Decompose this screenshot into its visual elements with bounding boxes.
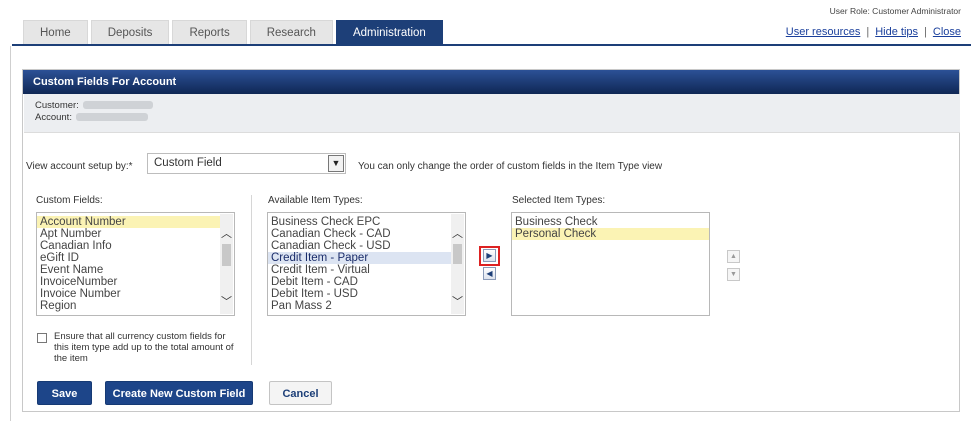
custom-fields-label: Custom Fields: (36, 195, 103, 206)
customer-value-redacted (82, 101, 153, 110)
list-item[interactable]: Invoice Number (37, 288, 222, 300)
customer-row: Customer: (35, 100, 153, 111)
scroll-thumb[interactable] (453, 244, 462, 264)
view-setup-select[interactable]: Custom Field ▼ (147, 153, 346, 174)
cancel-button[interactable]: Cancel (269, 381, 332, 405)
chevron-down-icon[interactable]: ﹀ (451, 296, 464, 309)
chevron-up-icon[interactable]: ︿ (451, 228, 464, 241)
selected-item-types-list[interactable]: Business Check Personal Check (511, 212, 710, 316)
tab-administration[interactable]: Administration (335, 20, 443, 45)
account-row: Account: (35, 112, 148, 123)
scroll-thumb[interactable] (222, 244, 231, 266)
currency-checkbox-label: Ensure that all currency custom fields f… (54, 331, 234, 364)
list-item[interactable]: Personal Check (512, 228, 709, 240)
list-item[interactable]: Canadian Check - CAD (268, 228, 453, 240)
customer-label: Customer: (35, 100, 79, 111)
selected-item-types-label: Selected Item Types: (512, 195, 606, 206)
list-item[interactable]: eGift ID (37, 252, 222, 264)
header-links: User resources | Hide tips | Close (786, 26, 961, 38)
link-separator: | (866, 26, 870, 38)
list-item[interactable]: Business Check (512, 216, 709, 228)
panel-title: Custom Fields For Account (23, 70, 959, 94)
account-value-redacted (75, 113, 148, 122)
currency-checkbox[interactable] (37, 333, 47, 343)
save-button[interactable]: Save (37, 381, 92, 405)
view-setup-value: Custom Field (154, 157, 222, 169)
list-item[interactable]: Debit Item - CAD (268, 276, 453, 288)
custom-fields-scrollbar[interactable]: ︿ ﹀ (220, 214, 233, 314)
available-item-types-scrollbar[interactable]: ︿ ﹀ (451, 214, 464, 314)
move-left-button[interactable]: ◀ (483, 267, 496, 280)
move-down-button[interactable]: ▼ (727, 268, 740, 281)
close-link[interactable]: Close (933, 26, 961, 38)
list-item[interactable]: Region (37, 300, 222, 312)
list-item[interactable]: Apt Number (37, 228, 222, 240)
list-item[interactable]: Event Name (37, 264, 222, 276)
chevron-down-icon[interactable]: ▼ (328, 155, 344, 172)
tab-reports[interactable]: Reports (172, 20, 247, 45)
available-item-types-list[interactable]: Business Check EPC Canadian Check - CAD … (267, 212, 466, 316)
available-item-types-label: Available Item Types: (268, 195, 363, 206)
move-up-button[interactable]: ▲ (727, 250, 740, 263)
move-right-button[interactable]: ▶ (483, 249, 496, 262)
column-divider (251, 195, 252, 365)
list-item[interactable]: Account Number (37, 216, 222, 228)
list-item[interactable]: Credit Item - Paper (268, 252, 453, 264)
user-resources-link[interactable]: User resources (786, 26, 861, 38)
view-setup-note: You can only change the order of custom … (358, 161, 663, 172)
account-label: Account: (35, 112, 72, 123)
list-item[interactable]: Debit Item - USD (268, 288, 453, 300)
view-setup-label: View account setup by:* (26, 161, 133, 172)
create-custom-field-button[interactable]: Create New Custom Field (105, 381, 253, 405)
list-item[interactable]: Business Check EPC (268, 216, 453, 228)
main-tabs: Home Deposits Reports Research Administr… (23, 20, 446, 45)
account-info: Customer: Account: (24, 94, 960, 133)
link-separator: | (924, 26, 927, 38)
custom-fields-list[interactable]: Account Number Apt Number Canadian Info … (36, 212, 235, 316)
list-item[interactable]: Canadian Check - USD (268, 240, 453, 252)
chevron-up-icon[interactable]: ︿ (220, 228, 233, 241)
tab-deposits[interactable]: Deposits (90, 20, 170, 45)
list-item[interactable]: Credit Item - Virtual (268, 264, 453, 276)
chevron-down-icon[interactable]: ﹀ (220, 296, 233, 309)
list-item[interactable]: Canadian Info (37, 240, 222, 252)
tab-research[interactable]: Research (249, 20, 333, 45)
hide-tips-link[interactable]: Hide tips (875, 26, 918, 38)
tab-home[interactable]: Home (23, 20, 88, 45)
user-role-text: User Role: Customer Administrator (829, 6, 961, 16)
list-item[interactable]: InvoiceNumber (37, 276, 222, 288)
list-item[interactable]: Pan Mass 2 (268, 300, 453, 312)
